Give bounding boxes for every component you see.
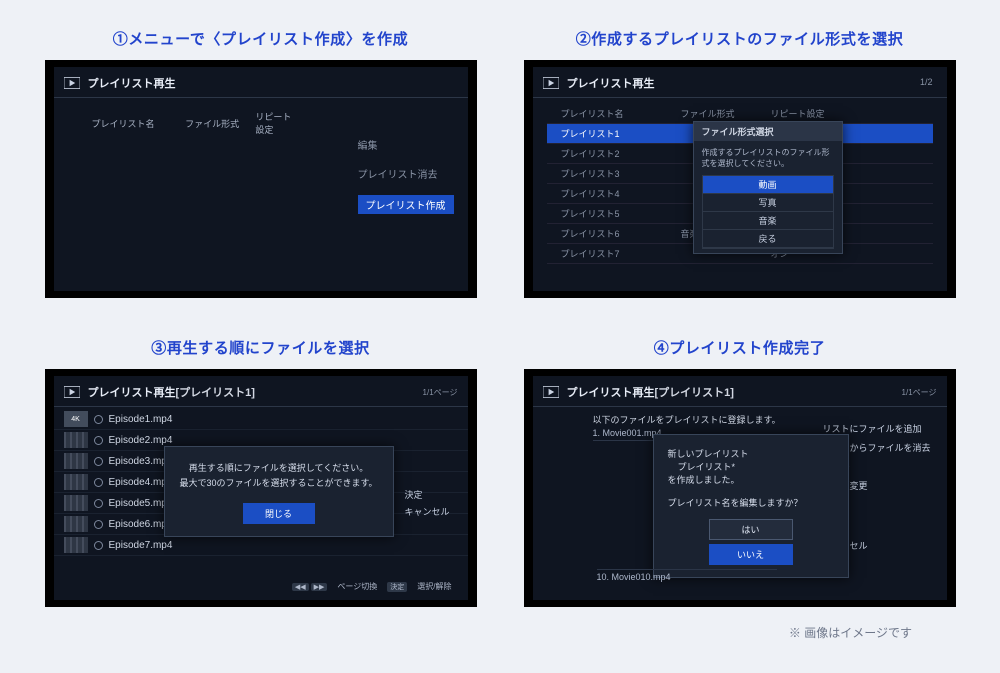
footer-hints: ◀◀▶▶ ページ切換 決定 選択/解除 [292,581,452,592]
page-indicator: 1/1ページ [902,387,937,398]
window-title: プレイリスト再生[プレイリスト1] 1/1ページ [54,376,468,407]
dialog-line-2: 最大で30のファイルを選択することができます。 [177,476,381,489]
file-name: Episode2.mp4 [109,435,173,446]
table-header: プレイリスト名 ファイル形式 リピート設定 [82,106,308,140]
dialog-l2: プレイリスト* [668,460,834,473]
page-indicator: 1/1ページ [423,387,458,398]
format-option[interactable]: 写真 [703,194,833,212]
file-name: Episode1.mp4 [109,414,173,425]
title-text: プレイリスト再生 [88,384,176,400]
side-actions: 決定 キャンセル [404,488,449,518]
screenshot-4: プレイリスト再生[プレイリスト1] 1/1ページ 以下のファイルをプレイリストに… [525,370,955,606]
dialog-l1: 新しいプレイリスト [668,447,834,460]
menu-clear[interactable]: プレイリスト消去 [358,166,454,181]
file-name: Episode7.mp4 [109,540,173,551]
radio-icon[interactable] [94,415,103,424]
radio-icon[interactable] [94,457,103,466]
title-text: プレイリスト再生 [567,75,655,91]
format-option[interactable]: 動画 [703,176,833,194]
play-icon [64,386,80,398]
format-option[interactable]: 音楽 [703,212,833,230]
play-icon [543,77,559,89]
window-title: プレイリスト再生[プレイリスト1] 1/1ページ [533,376,947,407]
title-text: プレイリスト再生 [567,384,655,400]
play-icon [64,77,80,89]
dialog-q: プレイリスト名を編集しますか？ [668,496,834,509]
window-title: プレイリスト再生 [54,67,468,98]
caption-1: ①メニューで〈プレイリスト作成〉を作成 [40,28,481,49]
dialog-title: ファイル形式選択 [694,122,842,141]
side-cancel[interactable]: キャンセル [404,505,449,518]
menu-create[interactable]: プレイリスト作成 [358,195,454,214]
format-option[interactable]: 戻る [703,230,833,248]
page-indicator: 1/2 [920,77,933,87]
decide-key-icon: 決定 [387,582,407,592]
menu-edit[interactable]: 編集 [358,137,454,152]
dialog-message: 作成するプレイリストのファイル形式を選択してください。 [702,147,834,169]
thumbnail-icon [64,516,88,532]
file-row[interactable]: Episode7.mp4 [54,535,468,556]
yes-button[interactable]: はい [709,519,793,540]
caption-4: ④プレイリスト作成完了 [519,337,960,358]
select-order-dialog: 再生する順にファイルを選択してください。 最大で30のファイルを選択することがで… [164,446,394,537]
title-text: プレイリスト再生 [88,75,176,91]
radio-icon[interactable] [94,478,103,487]
created-dialog: 新しいプレイリスト プレイリスト* を作成しました。 プレイリスト名を編集します… [653,434,849,578]
radio-icon[interactable] [94,499,103,508]
close-button[interactable]: 閉じる [243,503,315,524]
thumbnail-icon [64,474,88,490]
thumbnail-icon [64,537,88,553]
register-heading: 以下のファイルをプレイリストに登録します。 [593,413,797,426]
list-row-last: 10. Movie010.mp4 [597,569,777,582]
thumbnail-icon [64,432,88,448]
caption-2: ②作成するプレイリストのファイル形式を選択 [519,28,960,49]
disclaimer: ※ 画像はイメージです [40,624,960,641]
dialog-l3: を作成しました。 [668,473,834,486]
window-title: プレイリスト再生 [533,67,947,98]
screenshot-2: プレイリスト再生 1/2 プレイリスト名ファイル形式リピート設定 プレイリスト1… [525,61,955,297]
format-dialog: ファイル形式選択 作成するプレイリストのファイル形式を選択してください。 動画写… [693,121,843,254]
context-menu: 編集 プレイリスト消去 プレイリスト作成 [358,123,454,228]
radio-icon[interactable] [94,541,103,550]
radio-icon[interactable] [94,436,103,445]
no-button[interactable]: いいえ [709,544,793,565]
play-icon [543,386,559,398]
dialog-line-1: 再生する順にファイルを選択してください。 [177,461,381,474]
file-row[interactable]: Episode1.mp4 [54,409,468,430]
screenshot-1: プレイリスト再生 プレイリスト名 ファイル形式 リピート設定 編集 プレイリスト… [46,61,476,297]
radio-icon[interactable] [94,520,103,529]
caption-3: ③再生する順にファイルを選択 [40,337,481,358]
side-decide[interactable]: 決定 [404,488,449,501]
pager-keys-icon: ◀◀▶▶ [292,583,328,591]
thumbnail-icon [64,495,88,511]
thumbnail-icon [64,453,88,469]
thumbnail-icon [64,411,88,427]
screenshot-3: プレイリスト再生[プレイリスト1] 1/1ページ Episode1.mp4 Epi… [46,370,476,606]
